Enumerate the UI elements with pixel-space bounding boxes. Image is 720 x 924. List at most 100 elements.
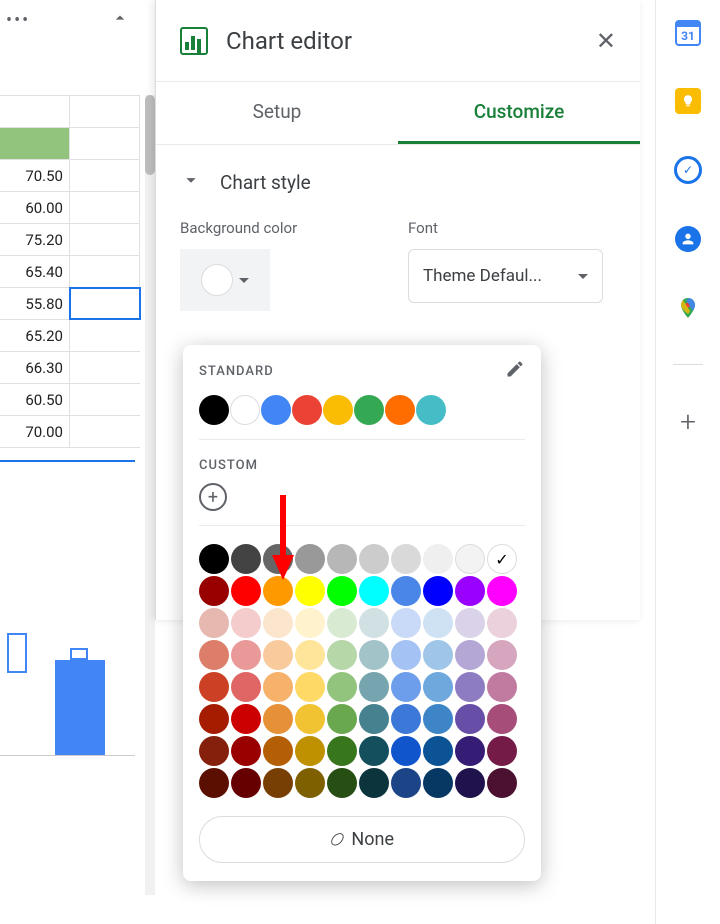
palette-color-swatch[interactable] xyxy=(487,768,517,798)
add-custom-color-button[interactable]: + xyxy=(199,483,227,511)
palette-color-swatch[interactable] xyxy=(199,544,229,574)
cell[interactable]: 75.20 xyxy=(0,224,70,255)
sheet-cells[interactable]: 70.50 60.00 75.20 65.40 55.80 65.20 66.3… xyxy=(0,95,140,448)
palette-color-swatch[interactable] xyxy=(391,736,421,766)
cell[interactable]: 65.40 xyxy=(0,256,70,287)
pencil-icon[interactable] xyxy=(505,359,525,383)
palette-color-swatch[interactable] xyxy=(295,672,325,702)
palette-color-swatch[interactable] xyxy=(295,736,325,766)
vertical-scrollbar[interactable] xyxy=(145,95,155,895)
tasks-icon[interactable]: ✓ xyxy=(674,156,702,184)
palette-color-swatch[interactable] xyxy=(359,576,389,606)
palette-color-swatch[interactable] xyxy=(455,608,485,638)
standard-color-swatch[interactable] xyxy=(199,395,229,425)
keep-icon[interactable] xyxy=(675,88,701,114)
palette-color-swatch[interactable] xyxy=(295,768,325,798)
palette-color-swatch[interactable] xyxy=(199,576,229,606)
palette-color-swatch[interactable] xyxy=(359,544,389,574)
calendar-icon[interactable]: 31 xyxy=(675,20,701,46)
palette-color-swatch[interactable] xyxy=(359,672,389,702)
close-icon[interactable]: ✕ xyxy=(596,27,616,55)
palette-color-swatch[interactable] xyxy=(391,608,421,638)
font-select[interactable]: Theme Defaul... xyxy=(408,249,603,303)
standard-color-swatch[interactable] xyxy=(385,395,415,425)
palette-color-swatch[interactable] xyxy=(423,672,453,702)
palette-color-swatch[interactable] xyxy=(199,768,229,798)
standard-color-swatch[interactable] xyxy=(292,395,322,425)
palette-color-swatch[interactable] xyxy=(263,736,293,766)
standard-color-swatch[interactable] xyxy=(323,395,353,425)
palette-color-swatch[interactable] xyxy=(295,608,325,638)
palette-color-swatch[interactable] xyxy=(327,736,357,766)
palette-color-swatch[interactable] xyxy=(487,672,517,702)
palette-color-swatch[interactable] xyxy=(455,640,485,670)
cell[interactable]: 70.50 xyxy=(0,160,70,191)
palette-color-swatch[interactable] xyxy=(231,672,261,702)
palette-color-swatch[interactable] xyxy=(487,640,517,670)
palette-color-swatch[interactable] xyxy=(359,640,389,670)
cell[interactable]: 66.30 xyxy=(0,352,70,383)
palette-color-swatch[interactable] xyxy=(199,608,229,638)
palette-color-swatch[interactable] xyxy=(455,672,485,702)
standard-color-swatch[interactable] xyxy=(354,395,384,425)
palette-color-swatch[interactable] xyxy=(327,672,357,702)
palette-color-swatch[interactable] xyxy=(391,544,421,574)
palette-color-swatch[interactable] xyxy=(423,768,453,798)
palette-color-swatch[interactable] xyxy=(455,768,485,798)
palette-color-swatch[interactable] xyxy=(199,736,229,766)
palette-color-swatch[interactable] xyxy=(327,576,357,606)
tab-setup[interactable]: Setup xyxy=(156,82,398,144)
cell[interactable]: 60.50 xyxy=(0,384,70,415)
collapse-icon[interactable] xyxy=(110,8,130,32)
palette-color-swatch[interactable] xyxy=(423,736,453,766)
palette-color-swatch[interactable] xyxy=(391,640,421,670)
palette-color-swatch[interactable] xyxy=(295,640,325,670)
cell[interactable]: 70.00 xyxy=(0,416,70,447)
palette-color-swatch[interactable] xyxy=(423,608,453,638)
standard-color-swatch[interactable] xyxy=(230,395,260,425)
cell[interactable]: 60.00 xyxy=(0,192,70,223)
standard-color-swatch[interactable] xyxy=(261,395,291,425)
palette-color-swatch[interactable] xyxy=(423,544,453,574)
palette-color-swatch[interactable] xyxy=(231,704,261,734)
cell[interactable]: 65.20 xyxy=(0,320,70,351)
palette-color-swatch[interactable] xyxy=(263,576,293,606)
palette-color-swatch[interactable] xyxy=(391,576,421,606)
palette-color-swatch[interactable] xyxy=(327,608,357,638)
palette-color-swatch[interactable] xyxy=(327,768,357,798)
palette-color-swatch[interactable] xyxy=(199,704,229,734)
palette-color-swatch[interactable] xyxy=(359,768,389,798)
palette-color-swatch[interactable] xyxy=(391,768,421,798)
palette-color-swatch[interactable] xyxy=(231,608,261,638)
palette-color-swatch[interactable]: ✓ xyxy=(487,544,517,574)
palette-color-swatch[interactable] xyxy=(231,736,261,766)
palette-color-swatch[interactable] xyxy=(487,736,517,766)
palette-color-swatch[interactable] xyxy=(455,736,485,766)
palette-color-swatch[interactable] xyxy=(327,704,357,734)
palette-color-swatch[interactable] xyxy=(487,576,517,606)
background-color-button[interactable] xyxy=(180,249,270,311)
contacts-icon[interactable] xyxy=(675,226,701,252)
palette-color-swatch[interactable] xyxy=(487,608,517,638)
palette-color-swatch[interactable] xyxy=(391,672,421,702)
more-options-icon[interactable]: ••• xyxy=(6,10,30,31)
none-button[interactable]: ⬭ None xyxy=(199,816,525,863)
palette-color-swatch[interactable] xyxy=(231,576,261,606)
standard-color-swatch[interactable] xyxy=(416,395,446,425)
palette-color-swatch[interactable] xyxy=(423,576,453,606)
palette-color-swatch[interactable] xyxy=(327,640,357,670)
palette-color-swatch[interactable] xyxy=(199,640,229,670)
palette-color-swatch[interactable] xyxy=(231,640,261,670)
palette-color-swatch[interactable] xyxy=(263,704,293,734)
add-addon-icon[interactable]: + xyxy=(674,407,702,435)
cell[interactable]: 55.80 xyxy=(0,288,70,319)
palette-color-swatch[interactable] xyxy=(423,640,453,670)
palette-color-swatch[interactable] xyxy=(263,672,293,702)
palette-color-swatch[interactable] xyxy=(487,704,517,734)
palette-color-swatch[interactable] xyxy=(391,704,421,734)
palette-color-swatch[interactable] xyxy=(455,576,485,606)
palette-color-swatch[interactable] xyxy=(263,768,293,798)
tab-customize[interactable]: Customize xyxy=(398,82,640,144)
palette-color-swatch[interactable] xyxy=(263,608,293,638)
maps-icon[interactable] xyxy=(674,294,702,322)
